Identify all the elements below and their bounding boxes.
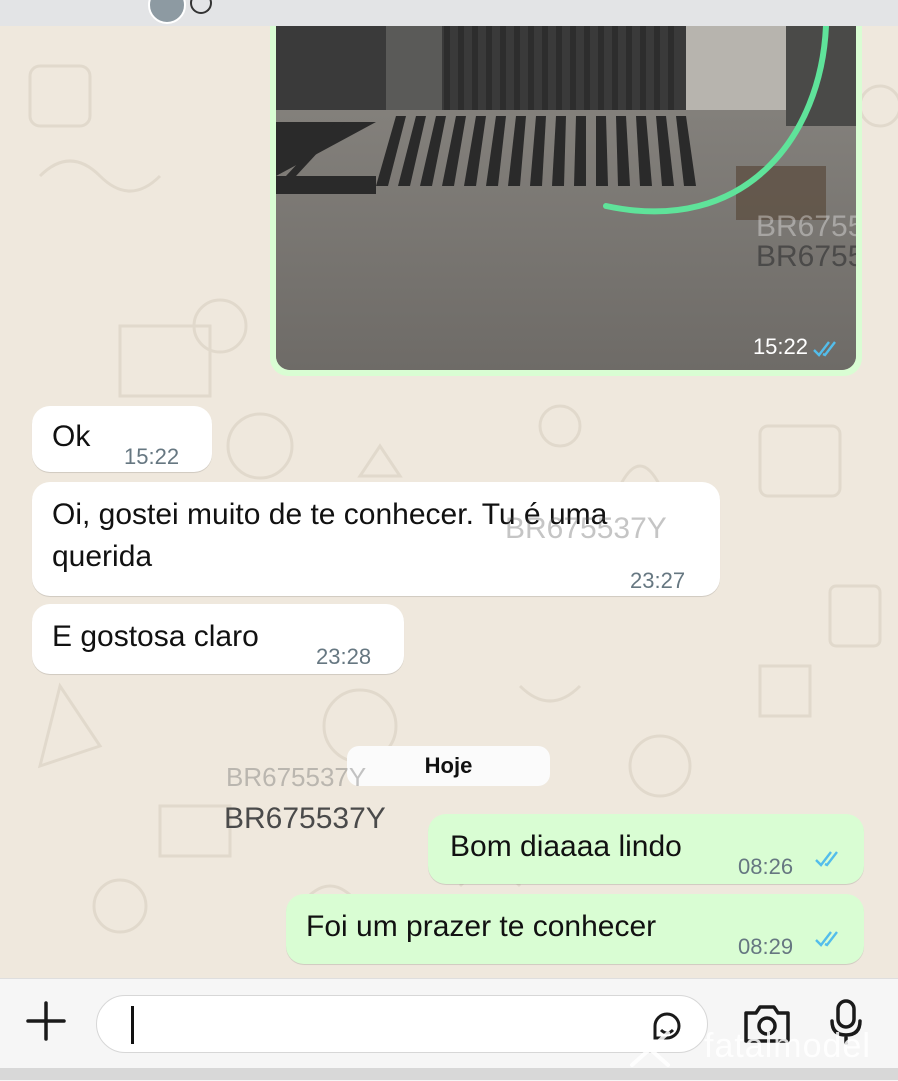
message-time: 23:27 xyxy=(630,568,686,593)
date-separator: Hoje xyxy=(347,746,550,786)
status-ring-icon xyxy=(190,0,212,14)
message-time: 23:28 xyxy=(316,644,372,669)
read-receipt-icon xyxy=(815,851,838,867)
photo-watermark-faint: BR67553 xyxy=(756,210,856,243)
message-text: Ok xyxy=(52,420,91,453)
message-composer: fatalmodel xyxy=(0,978,898,1081)
brand-watermark: fatalmodel xyxy=(704,1027,871,1065)
brand-logo-icon xyxy=(630,1031,670,1067)
message-photo[interactable]: BR67553 BR67553 15:22 xyxy=(276,26,856,370)
chat-area[interactable]: BR67553 BR67553 15:22 Ok 15:22 Oi, goste… xyxy=(0,26,898,978)
image-message-bubble[interactable]: BR67553 BR67553 15:22 xyxy=(270,26,862,376)
watermark-overlay-faint: BR675537Y xyxy=(226,762,367,792)
image-message-time: 15:22 xyxy=(752,334,808,359)
message-time: 08:29 xyxy=(738,934,794,959)
bottom-edge xyxy=(0,1068,898,1080)
message-text: E gostosa claro xyxy=(52,620,259,653)
text-caret xyxy=(131,1006,134,1044)
message-text: Bom diaaaa lindo xyxy=(450,830,682,863)
message-text: Foi um prazer te conhecer xyxy=(306,910,657,943)
watermark-text: BR675537Y xyxy=(224,802,386,835)
message-time: 08:26 xyxy=(738,854,794,879)
message-time: 15:22 xyxy=(124,444,180,469)
plus-icon[interactable] xyxy=(24,999,68,1043)
message-bubble-incoming[interactable]: E gostosa claro 23:28 xyxy=(32,604,404,674)
contact-avatar[interactable] xyxy=(148,0,186,24)
read-receipt-icon xyxy=(813,341,836,357)
message-bubble-outgoing[interactable]: Bom diaaaa lindo 08:26 xyxy=(428,814,864,884)
photo-watermark: BR67553 xyxy=(756,240,856,273)
read-receipt-icon xyxy=(815,931,838,947)
watermark-overlay: BR675537Y xyxy=(505,512,667,545)
message-bubble-incoming[interactable]: Ok 15:22 xyxy=(32,406,212,472)
message-bubble-outgoing[interactable]: Foi um prazer te conhecer 08:29 xyxy=(286,894,864,964)
message-input[interactable] xyxy=(96,995,708,1053)
photo-content xyxy=(276,26,856,370)
top-status-strip xyxy=(0,0,898,26)
